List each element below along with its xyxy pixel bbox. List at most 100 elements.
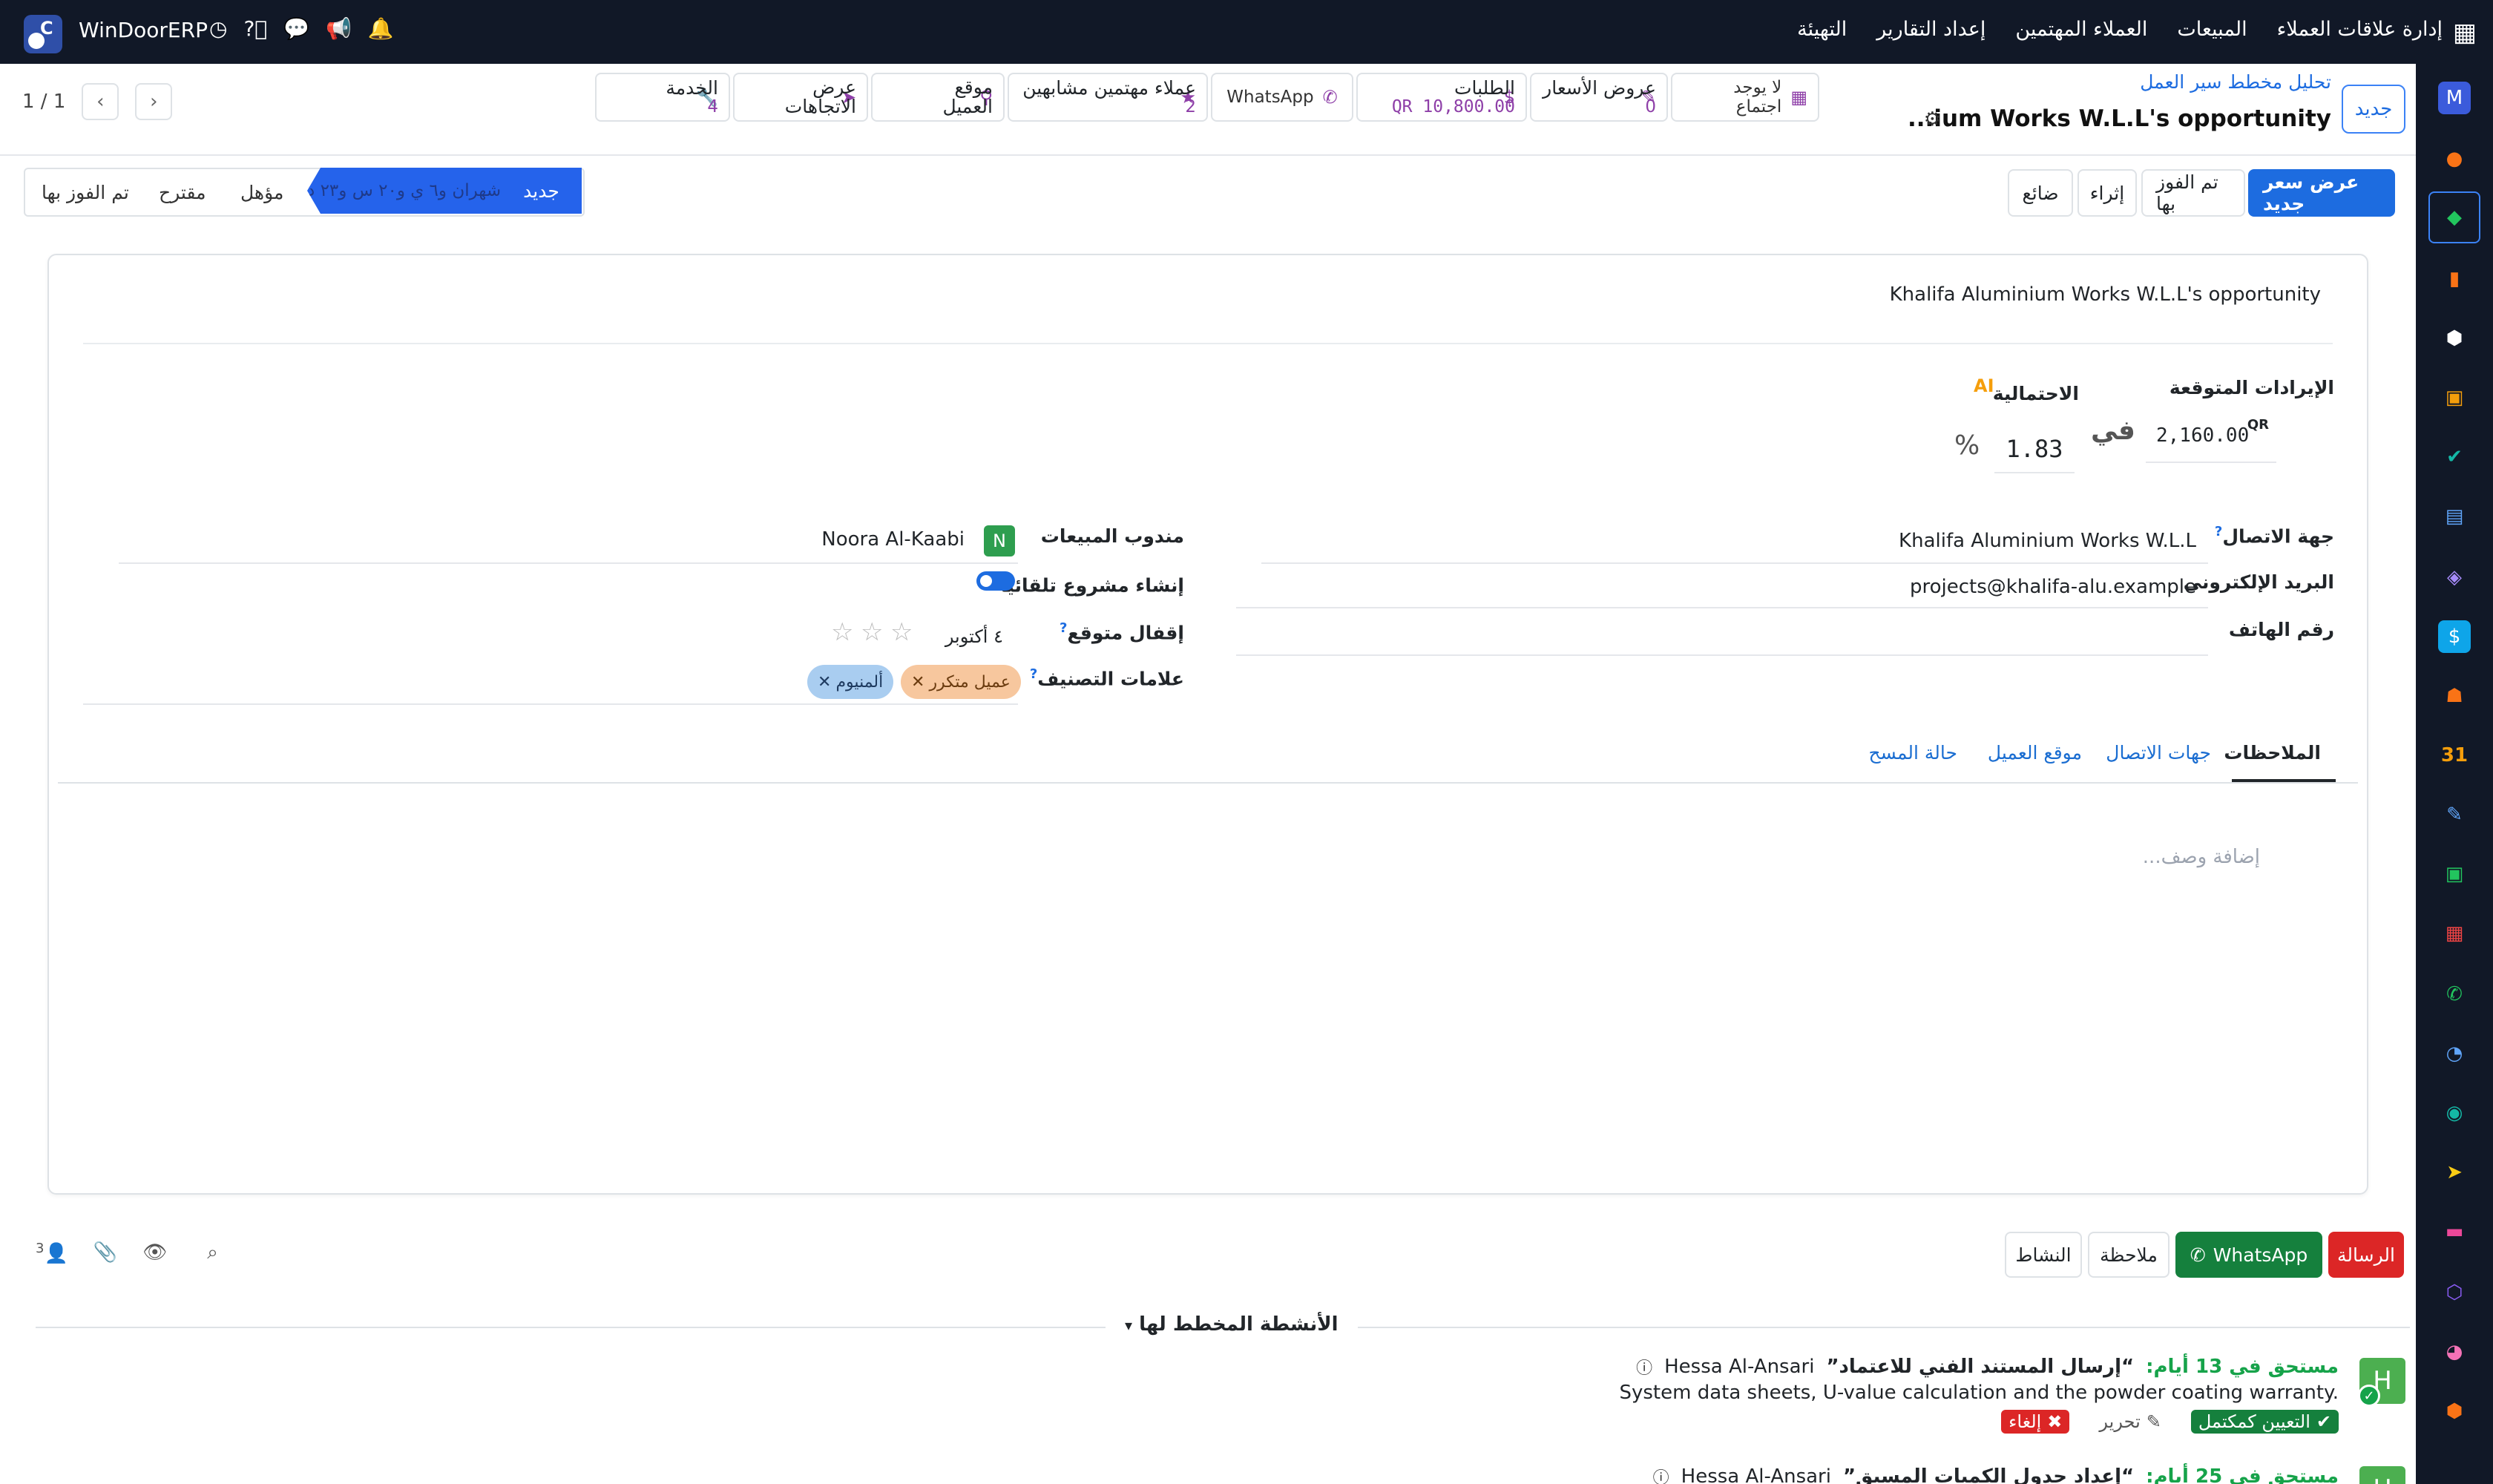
send-message-button[interactable]: الرسالة (2328, 1232, 2404, 1278)
cancel-activity-button[interactable]: ✖ إلغاء (2001, 1410, 2070, 1434)
pager-next-button[interactable]: › (135, 83, 173, 120)
help-icon[interactable]: ?⃝ (243, 16, 267, 41)
enrich-button[interactable]: إثراء (2078, 169, 2137, 217)
priority-star-2[interactable]: ☆ (861, 617, 883, 647)
chat-icon[interactable]: 💬 (283, 16, 309, 41)
priority-star-3[interactable]: ☆ (890, 617, 913, 647)
stage-qualified[interactable]: مؤهل (240, 169, 283, 215)
telegram-app-icon[interactable]: ➤ (2438, 1156, 2471, 1189)
followers-button[interactable]: 3👤 (36, 1241, 68, 1265)
sign-app-icon[interactable]: ✎ (2438, 798, 2471, 831)
expected-close-field[interactable]: ٤ أكتوبر (945, 626, 1003, 647)
close-icon[interactable]: ✕ (911, 673, 924, 692)
new-record-button[interactable]: جديد (2342, 85, 2405, 134)
tab-customer-location[interactable]: موقع العميل (1988, 742, 2082, 764)
mark-done-button[interactable]: ✔ التعيين كمكتمل (2190, 1410, 2339, 1434)
email-label: البريد الإلكتروني (2183, 571, 2334, 593)
manufacturing-app-icon[interactable]: ⬢ (2438, 1395, 2471, 1428)
gear-icon[interactable]: ⚙ (1924, 108, 1941, 131)
menu-sales[interactable]: المبيعات (2177, 18, 2247, 41)
knowledge-app-icon[interactable]: ▤ (2438, 500, 2471, 533)
top-navbar: WinDoorERP ◷ ?⃝ 💬 📢 🔔 إدارة علاقات العمل… (0, 0, 2493, 64)
mark-won-button[interactable]: تم الفوز بها (2141, 169, 2245, 217)
contacts-app-icon[interactable]: ▣ (2438, 381, 2471, 414)
company-logo[interactable] (24, 15, 62, 53)
info-icon[interactable]: ⓘ (1653, 1465, 1669, 1484)
menu-reporting[interactable]: إعداد التقارير (1876, 18, 1985, 41)
orders-smart-button[interactable]: $ الطلبات 10,800.00 QR (1356, 73, 1527, 122)
edit-activity-button[interactable]: ✎ تحرير (2092, 1410, 2168, 1434)
schedule-activity-button[interactable]: النشاط (2005, 1232, 2082, 1278)
priority-star-1[interactable]: ☆ (831, 617, 853, 647)
breadcrumb[interactable]: تحليل مخطط سير العمل (2140, 71, 2331, 93)
planned-activities-toggle[interactable]: الأنشطة المخطط لها ▾ (1106, 1313, 1358, 1336)
reports-app-icon[interactable]: ▮ (2438, 263, 2471, 295)
directions-label-2: الاتجاهات (784, 96, 856, 117)
quotations-smart-button[interactable]: ✎ عروض الأسعار 0 (1530, 73, 1668, 122)
discuss-app-icon[interactable]: ● (2438, 142, 2471, 175)
notes-editor[interactable]: إضافة وصف... (2143, 846, 2260, 868)
menu-configuration[interactable]: التهيئة (1797, 18, 1847, 41)
stage-won[interactable]: تم الفوز بها (42, 169, 129, 215)
salesperson-field[interactable]: Noora Al-Kaabi (821, 528, 965, 551)
customer-location-smart-button[interactable]: ⚲ موقع العميل (871, 73, 1005, 122)
similar-leads-smart-button[interactable]: ★ عملاء مهتمين مشابهين 2 (1008, 73, 1208, 122)
whatsapp-app-icon[interactable]: ✆ (2438, 978, 2471, 1011)
todo-app-icon[interactable]: ✔ (2438, 441, 2471, 473)
expected-revenue-label: الإيرادات المتوقعة (2169, 377, 2334, 398)
tab-survey-status[interactable]: حالة المسح (1869, 742, 1958, 764)
meeting-smart-button[interactable]: ▦ لا يوجد اجتماع (1671, 73, 1819, 122)
contact-field[interactable]: Khalifa Aluminium Works W.L.L (1899, 530, 2196, 552)
ai-probability-icon[interactable]: AI (1974, 375, 1994, 396)
search-icon[interactable]: ⌕ (207, 1241, 218, 1264)
timer-app-icon[interactable]: ◔ (2438, 1037, 2471, 1070)
mail-app-icon[interactable]: M (2438, 82, 2471, 114)
stage-proposition[interactable]: مقترح (159, 169, 206, 215)
eye-icon[interactable]: 👁 (142, 1241, 167, 1264)
spreadsheet-app-icon[interactable]: ◕ (2438, 1336, 2471, 1368)
expected-revenue-field[interactable]: 2,160.00 QR (2146, 410, 2276, 463)
info-icon[interactable]: ⓘ (1636, 1355, 1652, 1379)
studio-app-icon[interactable]: ⬡ (2438, 1276, 2471, 1309)
tag-repeat-customer[interactable]: عميل متكرر ✕ (901, 665, 1021, 699)
employees-app-icon[interactable]: ☗ (2438, 680, 2471, 712)
menu-crm[interactable]: إدارة علاقات العملاء (2277, 18, 2443, 41)
payroll-app-icon[interactable]: ▬ (2438, 1215, 2471, 1248)
bell-icon[interactable]: 🔔 (368, 16, 394, 41)
pager-previous-button[interactable]: ‹ (82, 83, 119, 120)
new-quotation-button[interactable]: عرض سعر جديد (2248, 169, 2395, 217)
activity-avatar[interactable]: H (2359, 1466, 2405, 1484)
tab-notes[interactable]: الملاحظات (2224, 742, 2321, 764)
close-icon[interactable]: ✕ (818, 673, 831, 692)
invoicing-app-icon[interactable]: $ (2438, 620, 2471, 653)
inventory-app-icon[interactable]: ⬢ (2438, 322, 2471, 355)
brand-name[interactable]: WinDoorERP (79, 18, 208, 42)
auto-project-toggle[interactable] (976, 571, 1015, 591)
directions-smart-button[interactable]: ➤ عرض الاتجاهات (733, 73, 868, 122)
hr-app-icon[interactable]: ▣ (2438, 858, 2471, 890)
probability-field[interactable]: 1.83 (1994, 424, 2075, 473)
purchase-app-icon[interactable]: ◈ (2438, 561, 2471, 594)
mark-lost-button[interactable]: ضائع (2008, 169, 2073, 217)
opportunity-name-field[interactable]: Khalifa Aluminium Works W.L.L's opportun… (1890, 283, 2321, 306)
dashboard-app-icon[interactable]: ▦ (2438, 917, 2471, 950)
website-app-icon[interactable]: ◉ (2438, 1097, 2471, 1129)
expected-revenue-value: 2,160.00 (2156, 424, 2250, 447)
phone-field[interactable] (1236, 654, 2208, 656)
apps-grid-icon[interactable]: ▦ (2453, 18, 2477, 47)
service-smart-button[interactable]: 🔧 الخدمة 4 (595, 73, 730, 122)
clock-icon[interactable]: ◷ (209, 16, 227, 41)
email-field[interactable]: projects@khalifa-alu.example (1910, 576, 2196, 598)
log-note-button[interactable]: ملاحظة (2088, 1232, 2170, 1278)
tag-aluminium[interactable]: ألمنيوم ✕ (807, 665, 894, 699)
menu-leads[interactable]: العملاء المهتمين (2015, 18, 2147, 41)
calendar-app-icon[interactable]: 31 (2438, 739, 2471, 772)
whatsapp-smart-button[interactable]: ✆ WhatsApp (1211, 73, 1353, 122)
megaphone-icon[interactable]: 📢 (326, 16, 352, 41)
paperclip-icon[interactable]: 📎 (93, 1241, 117, 1264)
tab-contacts[interactable]: جهات الاتصال (2106, 742, 2211, 764)
stage-new-active[interactable]: جديد شهران و٦ ي و٢٠ س و٢٣ د (307, 168, 582, 214)
pager-value[interactable]: 1 / 1 (22, 91, 65, 113)
crm-app-icon[interactable]: ◆ (2428, 191, 2480, 243)
whatsapp-chatter-button[interactable]: ✆ WhatsApp (2175, 1232, 2322, 1278)
